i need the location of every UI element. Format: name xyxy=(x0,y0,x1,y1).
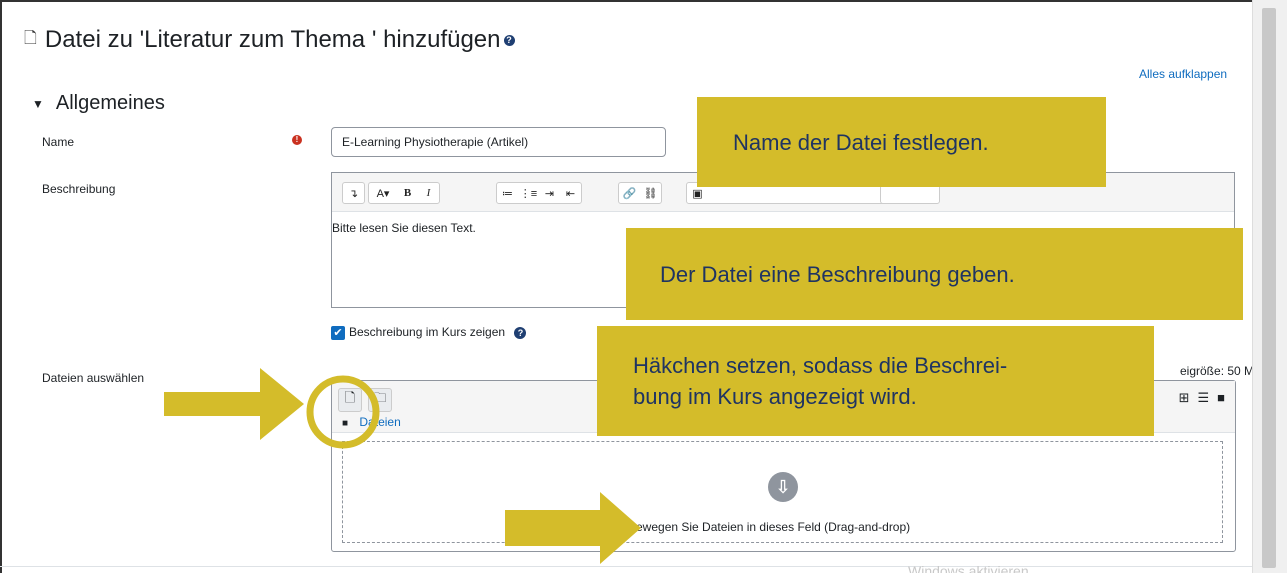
arrow-right-icon xyxy=(505,492,641,564)
highlight-circle xyxy=(306,375,380,449)
arrow-right-icon xyxy=(164,368,304,440)
annotation-overlay xyxy=(164,368,641,564)
